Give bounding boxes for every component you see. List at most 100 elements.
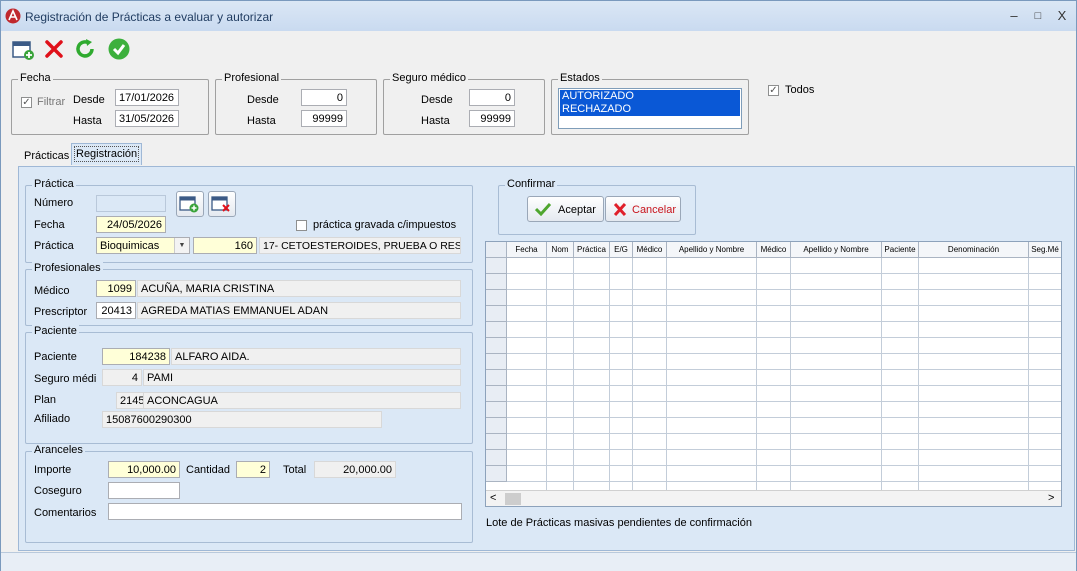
row-header[interactable]: [486, 258, 507, 274]
row-header[interactable]: [486, 402, 507, 418]
aceptar-button[interactable]: Aceptar: [527, 196, 604, 222]
filtrar-checkbox[interactable]: ✓: [21, 97, 32, 108]
cancelar-label: Cancelar: [632, 204, 677, 216]
practica-codigo-input[interactable]: 160: [193, 237, 257, 254]
cancelar-button[interactable]: Cancelar: [605, 196, 681, 222]
table-row[interactable]: [486, 418, 1061, 434]
table-row[interactable]: [486, 290, 1061, 306]
practica-tipo-label: Práctica: [34, 240, 74, 252]
gravada-label: práctica gravada c/impuestos: [313, 219, 457, 231]
scroll-right-icon[interactable]: >: [1048, 492, 1054, 504]
practica-tipo-value: Bioquimicas: [100, 240, 160, 252]
table-row[interactable]: [486, 386, 1061, 402]
table-row[interactable]: [486, 274, 1061, 290]
profesional-desde-input[interactable]: 0: [301, 89, 347, 106]
new-calendar-icon[interactable]: [11, 37, 35, 61]
importe-input[interactable]: 10,000.00: [108, 461, 180, 478]
grid-header-apellido-nombre[interactable]: Apellido y Nombre: [667, 242, 757, 258]
confirmar-group-label: Confirmar: [505, 178, 558, 190]
numero-input[interactable]: [96, 195, 166, 212]
table-row[interactable]: [486, 354, 1061, 370]
grid-header-paciente[interactable]: Paciente: [882, 242, 919, 258]
grid-header-medico-2[interactable]: Médico: [757, 242, 791, 258]
estados-group-label: Estados: [558, 72, 602, 84]
table-row[interactable]: [486, 466, 1061, 482]
estados-listbox[interactable]: AUTORIZADO RECHAZADO: [558, 88, 742, 129]
table-row[interactable]: [486, 434, 1061, 450]
chevron-down-icon[interactable]: ▼: [174, 238, 189, 253]
row-header[interactable]: [486, 450, 507, 466]
paciente-group-label: Paciente: [32, 325, 79, 337]
grid-header-medico[interactable]: Médico: [633, 242, 667, 258]
fecha-hasta-input[interactable]: 31/05/2026: [115, 110, 179, 127]
prescriptor-label: Prescriptor: [34, 306, 88, 318]
table-row[interactable]: [486, 370, 1061, 386]
grid-header-seg-med[interactable]: Seg.Mé: [1029, 242, 1061, 258]
importe-label: Importe: [34, 464, 72, 476]
row-header[interactable]: [486, 338, 507, 354]
table-row[interactable]: [486, 402, 1061, 418]
row-header[interactable]: [486, 274, 507, 290]
estado-item-rechazado[interactable]: RECHAZADO: [560, 103, 740, 116]
aceptar-label: Aceptar: [558, 204, 596, 216]
grid-horizontal-scrollbar[interactable]: < >: [486, 490, 1061, 506]
row-header[interactable]: [486, 370, 507, 386]
remove-practica-button[interactable]: [208, 191, 236, 217]
scroll-thumb[interactable]: [505, 493, 521, 505]
row-header[interactable]: [486, 306, 507, 322]
scroll-left-icon[interactable]: <: [490, 492, 496, 504]
fecha-desde-input[interactable]: 17/01/2026: [115, 89, 179, 106]
seguro-id: 4: [102, 369, 142, 386]
seguro-hasta-label: Hasta: [421, 115, 450, 127]
tab-practicas[interactable]: Prácticas: [20, 145, 73, 167]
medico-id-input[interactable]: 1099: [96, 280, 136, 297]
table-row[interactable]: [486, 322, 1061, 338]
fecha-hasta-label: Hasta: [73, 115, 102, 127]
tab-registracion[interactable]: Registración: [71, 143, 143, 165]
profesional-hasta-input[interactable]: 99999: [301, 110, 347, 127]
paciente-group: Paciente Paciente 184238 ALFARO AIDA. Se…: [25, 325, 473, 444]
todos-checkbox[interactable]: ✓: [768, 85, 779, 96]
row-header[interactable]: [486, 290, 507, 306]
confirm-check-icon[interactable]: [107, 37, 131, 61]
practica-tipo-select[interactable]: Bioquimicas ▼: [96, 237, 190, 254]
fecha-group-label: Fecha: [18, 72, 53, 84]
grid-header-apellido-nombre-2[interactable]: Apellido y Nombre: [791, 242, 882, 258]
seguro-hasta-input[interactable]: 99999: [469, 110, 515, 127]
grid-header-denominacion[interactable]: Denominación: [919, 242, 1029, 258]
grid-header-nom[interactable]: Nom: [547, 242, 574, 258]
maximize-button[interactable]: □: [1027, 7, 1049, 25]
grid-header-eg[interactable]: E/G: [610, 242, 633, 258]
row-header[interactable]: [486, 322, 507, 338]
add-practica-button[interactable]: [176, 191, 204, 217]
calendar-add-icon: [179, 196, 199, 213]
table-row[interactable]: [486, 258, 1061, 274]
practicas-grid[interactable]: Fecha Nom Práctica E/G Médico Apellido y…: [485, 241, 1062, 507]
gravada-checkbox[interactable]: [296, 220, 307, 231]
estado-item-autorizado[interactable]: AUTORIZADO: [560, 90, 740, 103]
plan-id: 21456: [116, 392, 144, 409]
delete-icon[interactable]: [42, 37, 66, 61]
app-logo-icon: [5, 8, 21, 24]
cantidad-input[interactable]: 2: [236, 461, 270, 478]
row-header[interactable]: [486, 418, 507, 434]
paciente-id-input[interactable]: 184238: [102, 348, 170, 365]
fecha-practica-input[interactable]: 24/05/2026: [96, 216, 166, 233]
grid-header-practica[interactable]: Práctica: [574, 242, 610, 258]
coseguro-input[interactable]: [108, 482, 180, 499]
close-button[interactable]: X: [1051, 7, 1073, 25]
refresh-icon[interactable]: [73, 37, 97, 61]
window-title: Registración de Prácticas a evaluar y au…: [25, 10, 274, 24]
grid-header-fecha[interactable]: Fecha: [507, 242, 547, 258]
seguro-desde-input[interactable]: 0: [469, 89, 515, 106]
table-row[interactable]: [486, 450, 1061, 466]
row-header[interactable]: [486, 466, 507, 482]
row-header[interactable]: [486, 434, 507, 450]
table-row[interactable]: [486, 338, 1061, 354]
prescriptor-id-input[interactable]: 20413: [96, 302, 136, 319]
comentarios-input[interactable]: [108, 503, 462, 520]
table-row[interactable]: [486, 306, 1061, 322]
row-header[interactable]: [486, 354, 507, 370]
row-header[interactable]: [486, 386, 507, 402]
minimize-button[interactable]: –: [1003, 7, 1025, 25]
